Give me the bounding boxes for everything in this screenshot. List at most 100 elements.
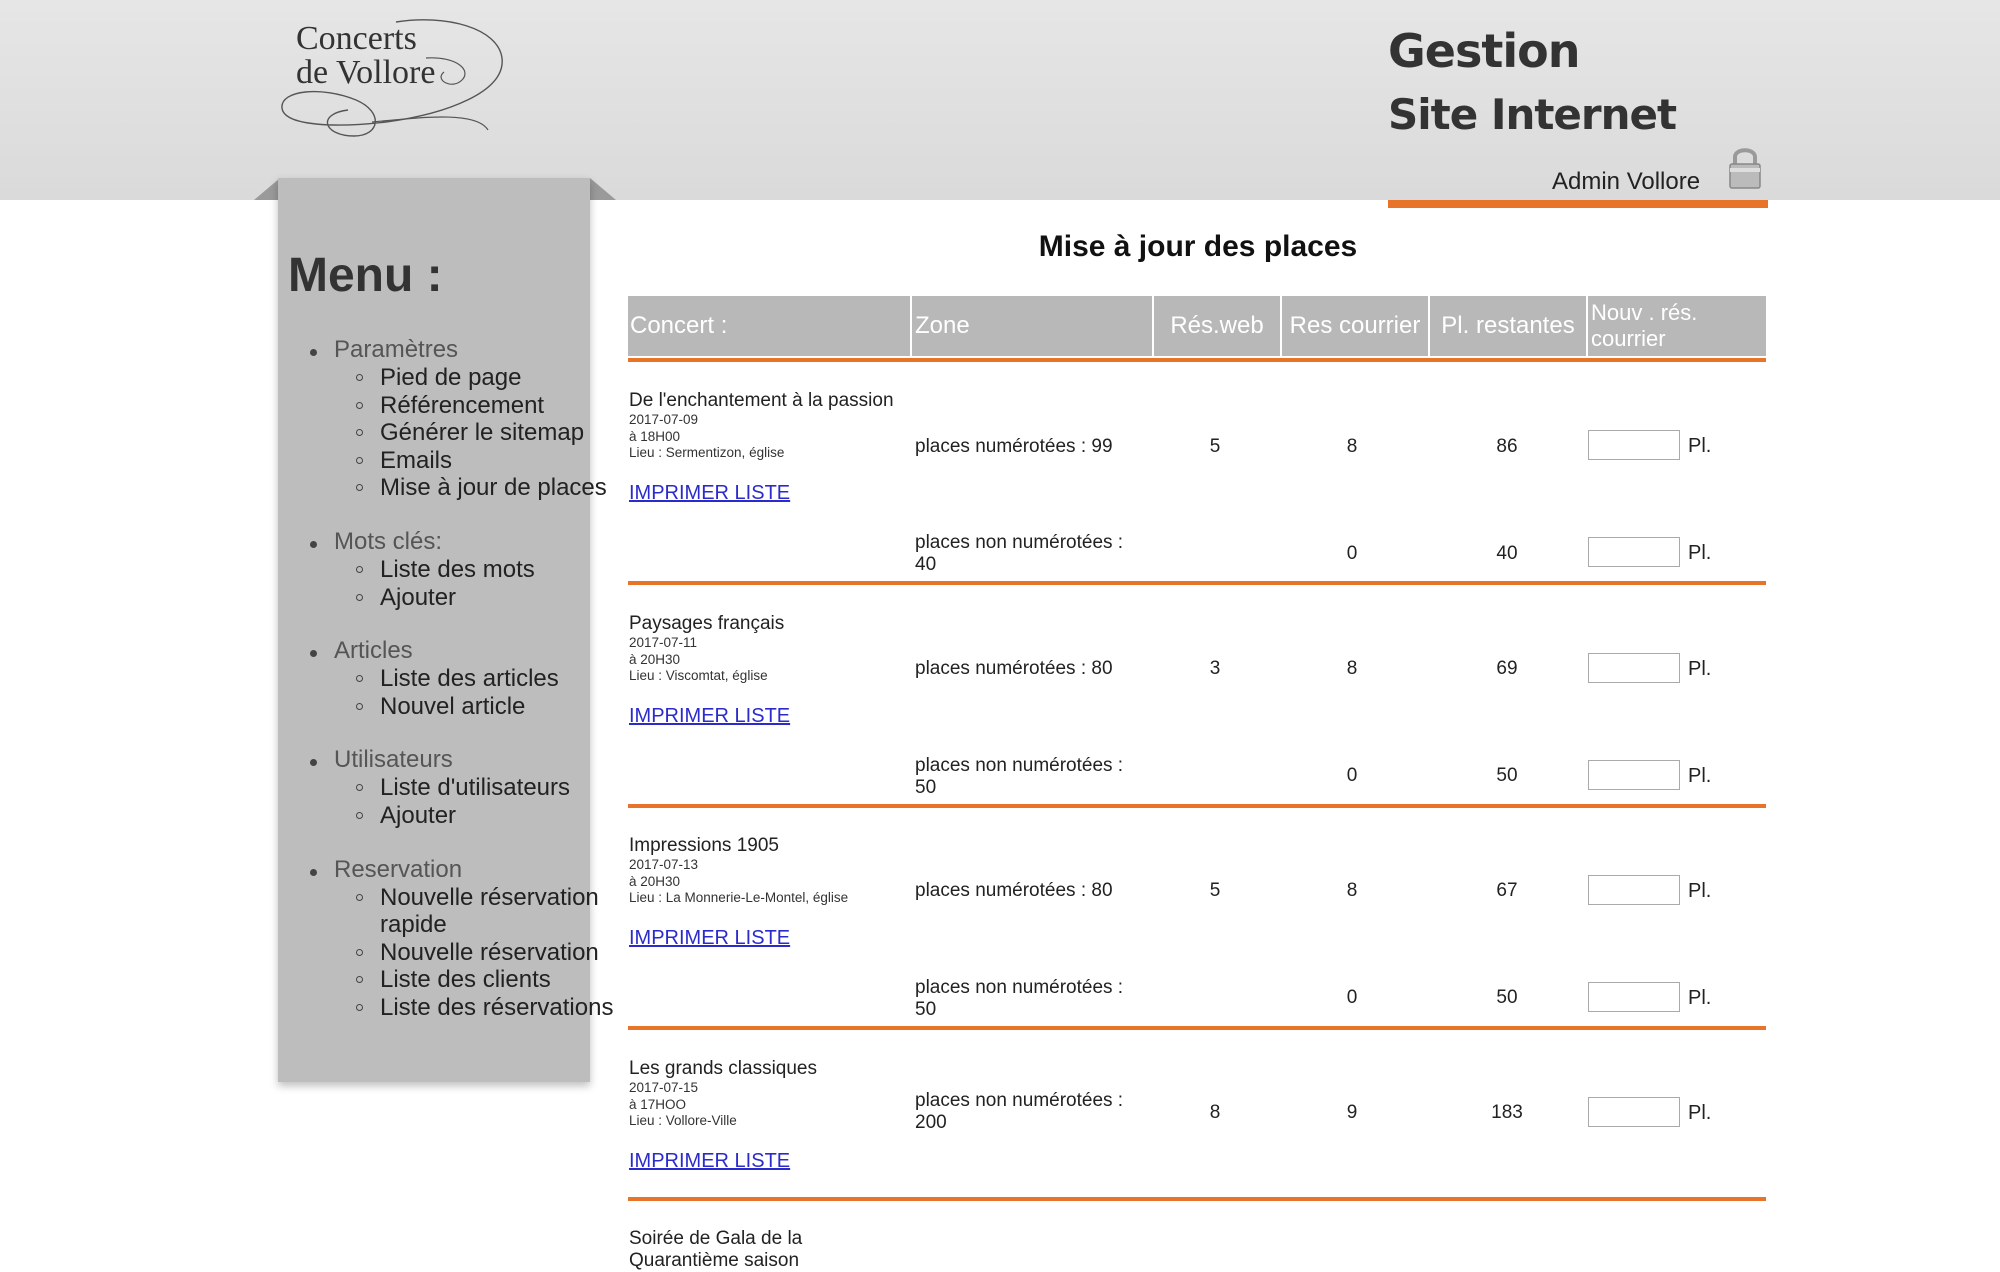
menu-item-pied-de-page[interactable]: Pied de page <box>334 364 628 392</box>
menu-item-liste-reservations[interactable]: Liste des réservations <box>334 994 628 1022</box>
concert-title-line: Quarantième saison <box>629 1250 800 1271</box>
zone-cell: places non numérotées :50 <box>915 977 1155 1021</box>
concert-time: à 17HOO <box>629 1096 687 1112</box>
nouv-res-courrier-input[interactable] <box>1588 537 1680 567</box>
zone-label: places non numérotées : <box>915 755 1124 776</box>
concert-meta: 2017-07-11 à 20H30 Lieu : Viscomtat, égl… <box>629 635 768 685</box>
bullet-icon <box>310 650 317 658</box>
res-web-cell: 5 <box>1209 880 1221 901</box>
lock-icon[interactable] <box>1726 144 1764 190</box>
nouv-res-courrier-input[interactable] <box>1588 982 1680 1012</box>
concert-title: Impressions 1905 <box>629 835 779 856</box>
concert-venue: Lieu : Viscomtat, église <box>629 668 768 683</box>
column-header-res-web: Rés.web <box>1154 296 1282 356</box>
concert-meta: 2017-07-09 à 18H00 Lieu : Sermentizon, é… <box>629 412 784 462</box>
nouv-res-courrier-input[interactable] <box>1588 1097 1680 1127</box>
menu-item-emails[interactable]: Emails <box>334 447 628 475</box>
menu-item-label[interactable]: Emails <box>380 447 452 474</box>
menu-item-nouvel-article[interactable]: Nouvel article <box>334 693 628 721</box>
pl-restantes-cell: 69 <box>1496 658 1518 679</box>
print-list-link[interactable]: IMPRIMER LISTE <box>629 1150 790 1173</box>
circle-bullet-icon <box>356 374 363 381</box>
menu-section-mots-cles: Mots clés: Liste des mots Ajouter <box>288 528 628 611</box>
nouv-res-courrier-input[interactable] <box>1588 875 1680 905</box>
column-header-pl-restantes: Pl. restantes <box>1430 296 1588 356</box>
menu-item-label[interactable]: Nouvelle réservation <box>380 884 599 911</box>
nouv-res-courrier-input[interactable] <box>1588 653 1680 683</box>
menu-item-sitemap[interactable]: Générer le sitemap <box>334 419 628 447</box>
row-separator <box>628 1197 1766 1201</box>
menu-item-liste-articles[interactable]: Liste des articles <box>334 665 628 693</box>
row-separator <box>628 1026 1766 1030</box>
menu-item-nouvelle-reservation[interactable]: Nouvelle réservation <box>334 939 628 967</box>
menu-item-label[interactable]: Liste des articles <box>380 665 559 692</box>
menu-item-label[interactable]: Liste des réservations <box>380 994 613 1021</box>
pl-restantes-cell: 40 <box>1496 543 1518 564</box>
circle-bullet-icon <box>356 948 363 956</box>
pl-restantes-cell: 50 <box>1496 987 1518 1008</box>
concert-venue: Lieu : La Monnerie-Le-Montel, église <box>629 890 849 905</box>
bullet-icon <box>310 868 317 876</box>
menu-item-liste-utilisateurs[interactable]: Liste d'utilisateurs <box>334 774 628 802</box>
zone-cell: places non numérotées :200 <box>915 1090 1155 1134</box>
menu-item-mise-a-jour-places[interactable]: Mise à jour de places <box>334 474 628 502</box>
menu-item-label[interactable]: Pied de page <box>380 364 521 391</box>
circle-bullet-icon <box>356 484 363 492</box>
print-list-link[interactable]: IMPRIMER LISTE <box>629 927 790 950</box>
res-web-cell: 3 <box>1209 658 1221 679</box>
concert-date: 2017-07-09 <box>629 412 699 427</box>
menu-item-label[interactable]: rapide <box>380 911 447 938</box>
circle-bullet-icon <box>356 702 363 710</box>
res-courrier-cell: 0 <box>1346 765 1358 786</box>
menu-item-nouvelle-reservation-rapide[interactable]: Nouvelle réservation rapide <box>334 884 628 939</box>
pl-restantes-cell: 183 <box>1491 1102 1523 1123</box>
pl-suffix: Pl. <box>1688 987 1712 1009</box>
res-courrier-cell: 0 <box>1346 987 1358 1008</box>
menu-item-label[interactable]: Générer le sitemap <box>380 419 584 446</box>
column-header-concert: Concert : <box>628 296 912 356</box>
zone-cell: places non numérotées :50 <box>915 755 1155 799</box>
pl-suffix: Pl. <box>1688 435 1712 457</box>
menu-item-label[interactable]: Liste d'utilisateurs <box>380 774 570 801</box>
concert-title: Paysages français <box>629 613 785 634</box>
zone-count: 200 <box>915 1112 947 1133</box>
nouv-res-courrier-input[interactable] <box>1588 430 1680 460</box>
concert-title: Les grands classiques <box>629 1058 817 1079</box>
menu-item-label[interactable]: Nouvelle réservation <box>380 939 599 966</box>
zone-cell: places numérotées : 99 <box>915 436 1113 457</box>
pl-suffix: Pl. <box>1688 658 1712 680</box>
menu-item-label[interactable]: Liste des clients <box>380 966 551 993</box>
menu-item-ajouter-mot[interactable]: Ajouter <box>334 584 628 612</box>
bullet-icon <box>310 540 317 548</box>
nouv-res-courrier-input[interactable] <box>1588 760 1680 790</box>
print-list-link[interactable]: IMPRIMER LISTE <box>629 482 790 505</box>
circle-bullet-icon <box>356 976 363 984</box>
menu-item-liste-clients[interactable]: Liste des clients <box>334 966 628 994</box>
menu-title: Menu : <box>288 249 443 302</box>
column-header-res-courrier: Res courrier <box>1282 296 1430 356</box>
menu-item-label[interactable]: Nouvel article <box>380 693 525 720</box>
pl-suffix: Pl. <box>1688 765 1712 787</box>
page-title: Mise à jour des places <box>1038 230 1358 263</box>
menu-item-ajouter-utilisateur[interactable]: Ajouter <box>334 802 628 830</box>
menu-item-label[interactable]: Ajouter <box>380 584 456 611</box>
concert-meta: 2017-07-15 à 17HOO Lieu : Vollore-Ville <box>629 1080 737 1130</box>
menu-item-label[interactable]: Liste des mots <box>380 556 535 583</box>
menu-item-label[interactable]: Ajouter <box>380 802 456 829</box>
header-accent-bar <box>1388 200 1768 208</box>
menu-item-label[interactable]: Mise à jour de places <box>380 474 607 501</box>
menu-item-label[interactable]: Référencement <box>380 392 544 419</box>
print-list-link[interactable]: IMPRIMER LISTE <box>629 705 790 728</box>
sidebar-tab-right <box>590 178 616 200</box>
table-header: Concert : Zone Rés.web Res courrier Pl. … <box>628 296 1766 356</box>
sidebar-tab-left <box>254 178 280 200</box>
logo[interactable]: Concerts de Vollore <box>296 22 435 90</box>
res-courrier-cell: 0 <box>1346 543 1358 564</box>
circle-bullet-icon <box>356 893 363 901</box>
menu-item-referencement[interactable]: Référencement <box>334 392 628 420</box>
app-title: Gestion <box>1388 24 1580 78</box>
circle-bullet-icon <box>356 593 363 601</box>
menu-item-liste-des-mots[interactable]: Liste des mots <box>334 556 628 584</box>
zone-count: 50 <box>915 777 937 798</box>
pl-suffix: Pl. <box>1688 1102 1712 1124</box>
